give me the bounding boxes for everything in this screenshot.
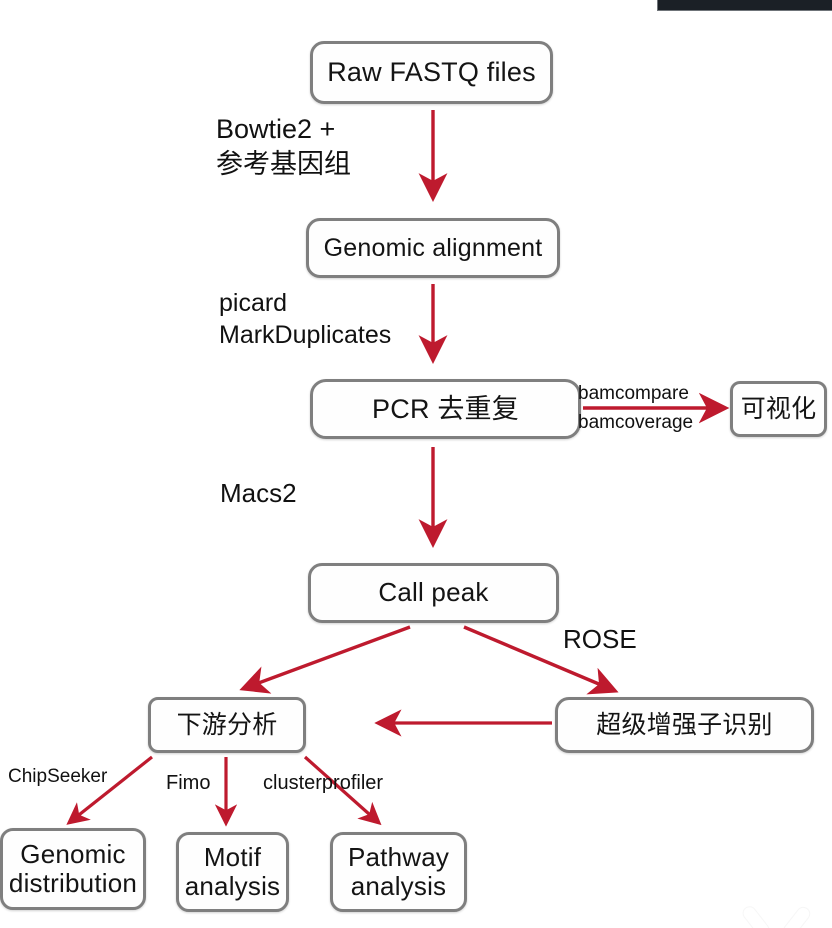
node-label: Call peak xyxy=(378,577,489,608)
node-raw-fastq-files[interactable]: Raw FASTQ files xyxy=(310,41,553,104)
node-label: Pathway analysis xyxy=(347,841,450,901)
arrow-layer xyxy=(66,110,730,827)
node-label: PCR 去重复 xyxy=(372,393,519,424)
node-label: 可视化 xyxy=(740,395,817,423)
node-genomic-distribution[interactable]: Genomic distribution xyxy=(0,828,146,910)
window-chrome-bar xyxy=(657,0,832,11)
edge-label-fimo: Fimo xyxy=(166,772,211,794)
node-downstream-analysis[interactable]: 下游分析 xyxy=(148,697,306,753)
node-call-peak[interactable]: Call peak xyxy=(308,563,559,623)
node-motif-analysis[interactable]: Motif analysis xyxy=(176,832,289,912)
node-pathway-analysis[interactable]: Pathway analysis xyxy=(330,832,467,912)
node-label: 超级增强子识别 xyxy=(596,711,773,739)
node-pcr-deduplication[interactable]: PCR 去重复 xyxy=(310,379,581,439)
edge-label-clusterprofiler: clusterprofiler xyxy=(263,772,384,794)
edge-label-bamcompare: bamcompare xyxy=(578,383,689,404)
node-genomic-alignment[interactable]: Genomic alignment xyxy=(306,218,560,278)
edge-label-picard-markduplicates: picard MarkDuplicates xyxy=(219,289,392,349)
node-label: Genomic distribution xyxy=(8,838,138,898)
node-label: Raw FASTQ files xyxy=(327,57,536,88)
node-visualization[interactable]: 可视化 xyxy=(730,381,827,437)
node-label: Genomic alignment xyxy=(323,234,543,262)
node-label: Motif analysis xyxy=(184,841,281,901)
node-super-enhancer-identification[interactable]: 超级增强子识别 xyxy=(555,697,814,753)
node-label: 下游分析 xyxy=(176,711,278,739)
flowchart-canvas: Raw FASTQ files Genomic alignment PCR 去重… xyxy=(0,0,832,928)
edge-label-bamcoverage: bamcoverage xyxy=(578,412,694,433)
edge-label-chipseeker: ChipSeeker xyxy=(8,766,108,787)
watermark-graphic xyxy=(742,906,811,928)
edge-label-bowtie2: Bowtie2 + 参考基因组 xyxy=(216,114,351,179)
edge-label-rose: ROSE xyxy=(563,624,637,654)
edge-label-macs2: Macs2 xyxy=(220,478,297,508)
arrow-callpeak-to-downstream xyxy=(239,625,411,694)
